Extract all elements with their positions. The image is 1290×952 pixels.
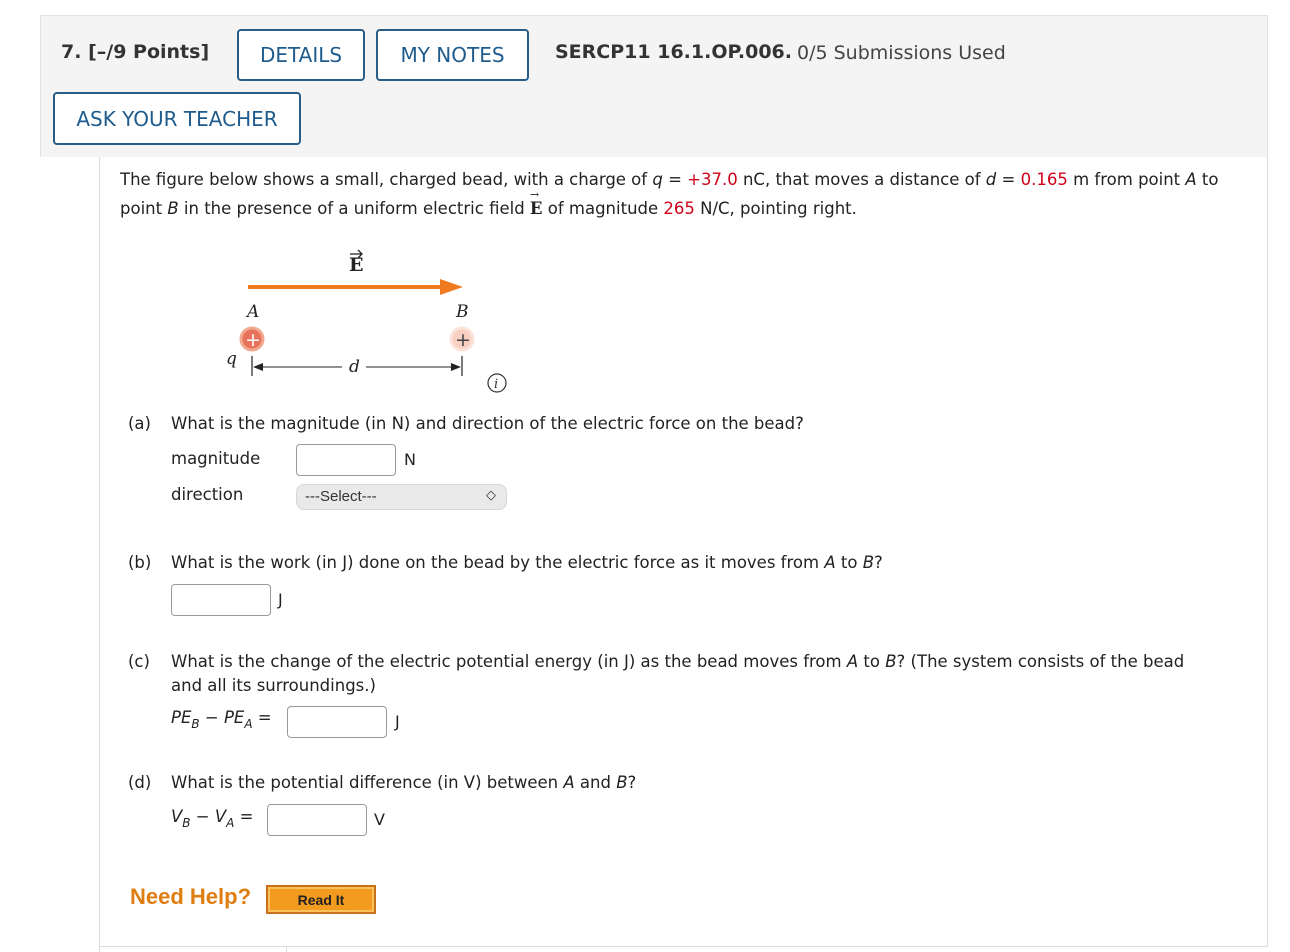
question-id: SERCP11 16.1.OP.006. <box>555 41 792 63</box>
distance-value: 0.165 <box>1020 170 1068 189</box>
distance-arrow-right <box>451 363 461 371</box>
distance-d-label: d <box>349 357 360 377</box>
question-header: 7. [–/9 Points] DETAILS MY NOTES SERCP11… <box>40 15 1268 157</box>
potential-difference-input[interactable] <box>267 804 367 836</box>
pe-equation-lhs: PEB − PEA = <box>171 708 272 731</box>
submissions-used: 0/5 Submissions Used <box>797 42 1006 64</box>
part-c-text-line2: and all its surroundings.) <box>171 676 376 695</box>
figure-E-label: E <box>349 254 363 276</box>
work-unit: J <box>278 590 283 609</box>
need-help-label: Need Help? <box>130 884 252 909</box>
point-B-label: B <box>455 302 469 322</box>
part-d-label: (d) <box>128 773 152 792</box>
magnitude-unit: N <box>404 450 416 469</box>
ask-teacher-button[interactable]: ASK YOUR TEACHER <box>53 92 301 145</box>
charge-value: +37.0 <box>687 170 738 189</box>
part-b-label: (b) <box>128 553 152 572</box>
direction-select[interactable]: ---Select--- ◇ <box>296 484 507 510</box>
question-number: 7. <box>61 41 82 63</box>
part-c-label: (c) <box>128 652 150 671</box>
pe-unit: J <box>395 712 400 731</box>
direction-selected-value: ---Select--- <box>305 488 377 505</box>
part-a-text: What is the magnitude (in N) and directi… <box>171 414 804 433</box>
magnitude-label: magnitude <box>171 449 261 468</box>
field-arrowhead <box>440 279 463 295</box>
part-d-text: What is the potential difference (in V) … <box>171 773 637 792</box>
direction-label: direction <box>171 485 244 504</box>
potential-energy-input[interactable] <box>287 706 387 738</box>
select-chevron-icon: ◇ <box>486 487 496 502</box>
points-label: [–/9 Points] <box>88 41 210 63</box>
field-diagram: E A B + + q d i <box>226 249 507 393</box>
bead-B-plus: + <box>455 329 471 351</box>
voltage-unit: V <box>374 810 385 829</box>
work-input[interactable] <box>171 584 271 616</box>
voltage-equation-lhs: VB − VA = <box>171 807 254 830</box>
part-a-label: (a) <box>128 414 151 433</box>
info-icon-glyph: i <box>494 377 498 392</box>
charge-q-label: q <box>226 349 237 369</box>
question-number-and-points: 7. [–/9 Points] <box>61 41 209 63</box>
magnitude-input[interactable] <box>296 444 396 476</box>
my-notes-button[interactable]: MY NOTES <box>376 29 529 81</box>
field-vector-symbol: → E <box>529 188 543 218</box>
details-button[interactable]: DETAILS <box>237 29 365 81</box>
read-it-button[interactable]: Read It <box>266 885 376 914</box>
part-b-text: What is the work (in J) done on the bead… <box>171 553 883 572</box>
distance-arrow-left <box>253 363 263 371</box>
bottom-tab-edge <box>99 946 287 952</box>
point-A-label: A <box>245 302 259 322</box>
field-magnitude-value: 265 <box>663 199 695 218</box>
problem-statement: The figure below shows a small, charged … <box>120 165 1260 223</box>
part-c-text: What is the change of the electric poten… <box>171 652 1185 671</box>
bead-A-plus: + <box>245 329 261 351</box>
